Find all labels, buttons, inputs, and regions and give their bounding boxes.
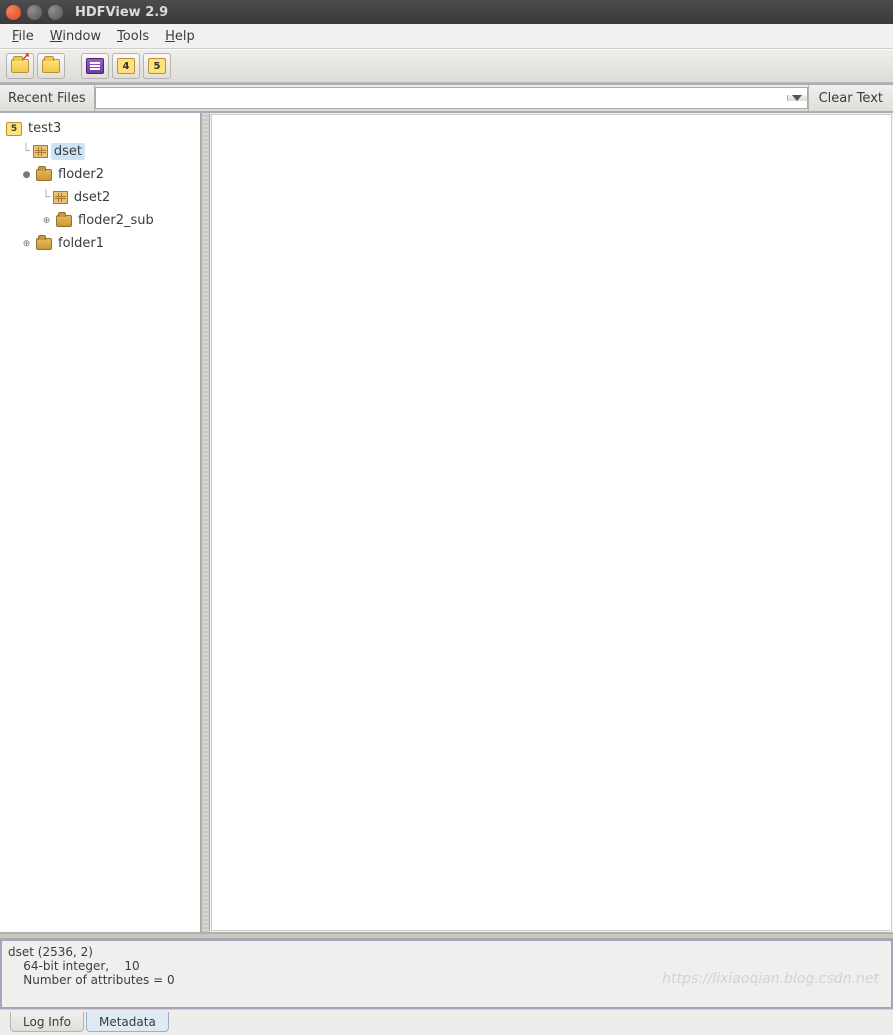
recent-files-dropdown[interactable]	[787, 95, 807, 101]
tree-item-label: floder2_sub	[75, 212, 157, 229]
window-close-icon[interactable]	[6, 5, 21, 20]
tree-pane: 5 test3 └ dset ● floder2 └ dset2 ⊕ f	[0, 113, 201, 932]
hdf4-icon: 4	[117, 58, 135, 74]
hdf4-button[interactable]: 4	[112, 53, 140, 79]
folder-icon	[42, 59, 60, 73]
info-line2: 64-bit integer, 10	[8, 959, 140, 973]
dataset-icon	[33, 145, 48, 158]
tree-toggle-expanded[interactable]: ●	[22, 170, 31, 179]
hdf5-file-icon: 5	[6, 122, 22, 136]
group-icon	[36, 169, 52, 181]
tree-root[interactable]: 5 test3	[4, 117, 196, 140]
hdf5-button[interactable]: 5	[143, 53, 171, 79]
tab-metadata[interactable]: Metadata	[86, 1012, 169, 1032]
menu-file[interactable]: File	[4, 27, 42, 46]
bottom-tabs: Log Info Metadata	[0, 1009, 893, 1035]
window-maximize-icon[interactable]	[48, 5, 63, 20]
titlebar: HDFView 2.9	[0, 0, 893, 24]
recent-files-bar: Recent Files Clear Text	[0, 83, 893, 113]
menubar: File Window Tools Help	[0, 24, 893, 49]
group-icon	[56, 215, 72, 227]
info-panel: dset (2536, 2) 64-bit integer, 10 Number…	[0, 939, 893, 1009]
window-title: HDFView 2.9	[75, 5, 168, 20]
open-folder-icon: ↗	[11, 59, 29, 73]
menu-window[interactable]: Window	[42, 27, 109, 46]
close-file-button[interactable]	[37, 53, 65, 79]
tree-toggle-collapsed[interactable]: ⊕	[22, 239, 31, 248]
book-icon	[86, 58, 104, 74]
tree-item-label: dset2	[71, 189, 113, 206]
recent-files-label: Recent Files	[0, 85, 95, 111]
tree-item-folder1[interactable]: ⊕ folder1	[4, 232, 196, 255]
info-line3: Number of attributes = 0	[8, 973, 175, 987]
help-button[interactable]	[81, 53, 109, 79]
tree-item-floder2[interactable]: ● floder2	[4, 163, 196, 186]
tree-item-label: floder2	[55, 166, 107, 183]
clear-text-button[interactable]: Clear Text	[808, 85, 893, 111]
tree-root-label: test3	[25, 120, 64, 137]
toolbar: ↗ 4 5	[0, 49, 893, 83]
hdf5-icon: 5	[148, 58, 166, 74]
open-file-button[interactable]: ↗	[6, 53, 34, 79]
tree-item-label: folder1	[55, 235, 107, 252]
vertical-splitter[interactable]	[201, 113, 210, 932]
tree-item-dset[interactable]: └ dset	[4, 140, 196, 163]
window-minimize-icon[interactable]	[27, 5, 42, 20]
recent-files-input[interactable]	[96, 89, 787, 108]
content-pane	[211, 114, 892, 931]
info-line1: dset (2536, 2)	[8, 945, 93, 959]
dataset-icon	[53, 191, 68, 204]
chevron-down-icon	[792, 95, 802, 101]
tab-log-info[interactable]: Log Info	[10, 1012, 84, 1032]
tree-toggle-collapsed[interactable]: ⊕	[42, 216, 51, 225]
main-split: 5 test3 └ dset ● floder2 └ dset2 ⊕ f	[0, 113, 893, 933]
group-icon	[36, 238, 52, 250]
menu-tools[interactable]: Tools	[109, 27, 157, 46]
recent-files-combo[interactable]	[95, 87, 808, 109]
menu-help[interactable]: Help	[157, 27, 203, 46]
tree-item-floder2-sub[interactable]: ⊕ floder2_sub	[4, 209, 196, 232]
tree-item-dset2[interactable]: └ dset2	[4, 186, 196, 209]
tree-item-label: dset	[51, 143, 85, 160]
